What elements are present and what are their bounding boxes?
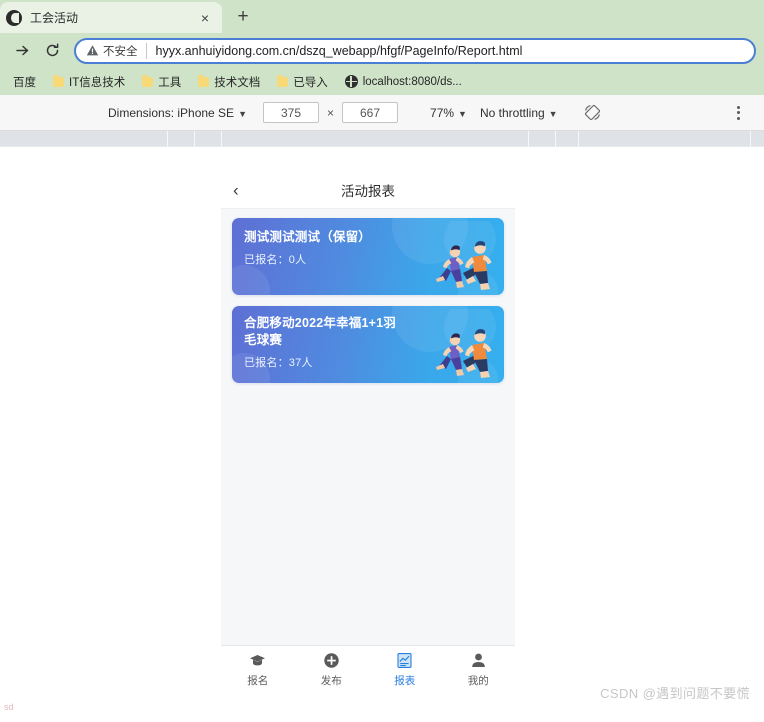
chevron-down-icon: ▼ [548, 108, 558, 119]
throttling-label: No throttling [479, 105, 545, 120]
activity-card-text: 测试测试测试（保留） 已报名：0人 [232, 218, 404, 267]
security-label: 不安全 [103, 45, 138, 58]
bookmark-folder[interactable]: 工具 [135, 71, 188, 93]
tab-publish[interactable]: 发布 [295, 646, 369, 693]
device-dimensions-label: Dimensions: iPhone SE [108, 105, 235, 120]
ruler-tick [194, 131, 195, 147]
activity-signup-count: 已报名：37人 [244, 357, 313, 369]
emulated-phone-viewport: ‹ 活动报表 测试测试测试（保留） 已报名：0人 合肥移动2022年幸福1+1羽… [221, 171, 515, 693]
viewport-height-input[interactable] [342, 102, 399, 123]
browser-tab[interactable]: 工会活动 × [0, 2, 222, 33]
forward-arrow-glyph [15, 45, 28, 56]
activity-signup-count: 已报名：0人 [244, 254, 307, 266]
globe-icon [344, 75, 358, 88]
throttling-dropdown[interactable]: No throttling ▼ [480, 106, 558, 120]
bookmark-label: 技术文档 [214, 76, 261, 89]
tab-label: 发布 [320, 675, 342, 687]
runners-illustration-icon [436, 309, 496, 378]
bookmark-item[interactable]: 百度 [6, 71, 43, 93]
report-chart-glyph [397, 653, 412, 668]
bookmark-folder[interactable]: 技术文档 [191, 71, 267, 93]
tab-signup[interactable]: 报名 [221, 646, 295, 693]
browser-toolbar: 不安全 hyyx.anhuiyidong.com.cn/dszq_webapp/… [0, 33, 764, 68]
chevron-down-icon: ▼ [238, 108, 247, 119]
zoom-level-label: 77% [430, 105, 455, 120]
folder-icon [277, 74, 289, 87]
tab-profile[interactable]: 我的 [442, 646, 516, 693]
more-vertical-icon[interactable] [728, 102, 748, 124]
address-bar[interactable]: 不安全 hyyx.anhuiyidong.com.cn/dszq_webapp/… [74, 37, 756, 64]
corner-text: sd [4, 702, 14, 712]
device-dimensions-dropdown[interactable]: Dimensions: iPhone SE ▼ [108, 106, 247, 120]
folder-icon [198, 74, 210, 87]
viewport-ruler [0, 131, 764, 147]
decor-blob [232, 265, 270, 295]
zoom-dropdown[interactable]: 77% ▼ [430, 106, 467, 120]
rotate-glyph [585, 104, 601, 121]
graduation-cap-glyph [250, 655, 266, 666]
activity-card[interactable]: 合肥移动2022年幸福1+1羽毛球赛 已报名：37人 [232, 306, 504, 383]
globe-favicon-icon [6, 9, 22, 26]
bookmark-folder[interactable]: IT信息技术 [46, 71, 132, 93]
back-icon[interactable]: ‹ [233, 181, 239, 198]
bottom-tab-bar: 报名 发布 报表 我的 [221, 645, 515, 693]
folder-icon [53, 74, 64, 87]
close-icon[interactable]: × [196, 9, 214, 27]
browser-tab-title: 工会活动 [30, 11, 79, 25]
app-header: ‹ 活动报表 [221, 171, 515, 209]
activity-card[interactable]: 测试测试测试（保留） 已报名：0人 [232, 218, 504, 295]
url-text: hyyx.anhuiyidong.com.cn/dszq_webapp/hfgf… [155, 43, 523, 58]
dimension-separator: × [327, 105, 335, 120]
tab-report[interactable]: 报表 [368, 646, 442, 693]
tab-label: 报名 [247, 675, 269, 687]
viewport-width-input[interactable] [263, 102, 319, 123]
person-glyph [471, 653, 485, 667]
activity-card-text: 合肥移动2022年幸福1+1羽毛球赛 已报名：37人 [232, 306, 404, 370]
forward-icon[interactable] [8, 37, 36, 65]
activity-card-list: 测试测试测试（保留） 已报名：0人 合肥移动2022年幸福1+1羽毛球赛 已报名… [221, 209, 515, 383]
warning-triangle-icon [86, 45, 99, 56]
bookmark-label: localhost:8080/ds... [362, 75, 462, 88]
new-tab-button[interactable]: + [228, 3, 258, 31]
graduation-cap-icon [248, 651, 267, 670]
bookmark-item[interactable]: localhost:8080/ds... [338, 72, 469, 91]
ruler-tick [578, 131, 579, 147]
reload-icon[interactable] [38, 37, 66, 65]
bookmark-label: 百度 [13, 76, 36, 89]
ruler-tick [555, 131, 556, 147]
bookmark-folder[interactable]: 已导入 [270, 71, 335, 93]
browser-tab-strip: 工会活动 × + [0, 0, 764, 33]
chevron-down-icon: ▼ [458, 108, 467, 119]
rotate-icon[interactable] [582, 102, 604, 124]
tab-label: 我的 [467, 675, 489, 687]
tab-label: 报表 [394, 675, 416, 687]
folder-icon [142, 74, 154, 87]
plus-circle-icon [322, 651, 341, 670]
ruler-tick [221, 131, 222, 147]
ruler-tick [528, 131, 529, 147]
bookmark-label: 工具 [158, 76, 182, 89]
activity-name: 合肥移动2022年幸福1+1羽毛球赛 [244, 316, 397, 347]
runners-illustration-icon [436, 221, 496, 290]
bookmarks-bar: 百度 IT信息技术 工具 技术文档 已导入 localhost:8080/ds.… [0, 68, 764, 95]
device-viewport-area: ‹ 活动报表 测试测试测试（保留） 已报名：0人 合肥移动2022年幸福1+1羽… [0, 147, 764, 714]
bookmark-label: 已导入 [293, 76, 328, 89]
report-chart-icon [395, 651, 414, 670]
security-status[interactable]: 不安全 [86, 42, 147, 59]
page-title: 活动报表 [341, 183, 395, 199]
ruler-tick [750, 131, 751, 147]
person-icon [469, 651, 488, 670]
plus-circle-glyph [324, 653, 339, 668]
reload-glyph [46, 43, 58, 57]
bookmark-label: IT信息技术 [69, 76, 126, 89]
csdn-watermark: CSDN @遇到问题不要慌 [600, 686, 750, 701]
activity-name: 测试测试测试（保留） [244, 230, 372, 244]
ruler-tick [167, 131, 168, 147]
device-emulation-toolbar: Dimensions: iPhone SE▼ × 77%▼ No throttl… [0, 95, 764, 131]
